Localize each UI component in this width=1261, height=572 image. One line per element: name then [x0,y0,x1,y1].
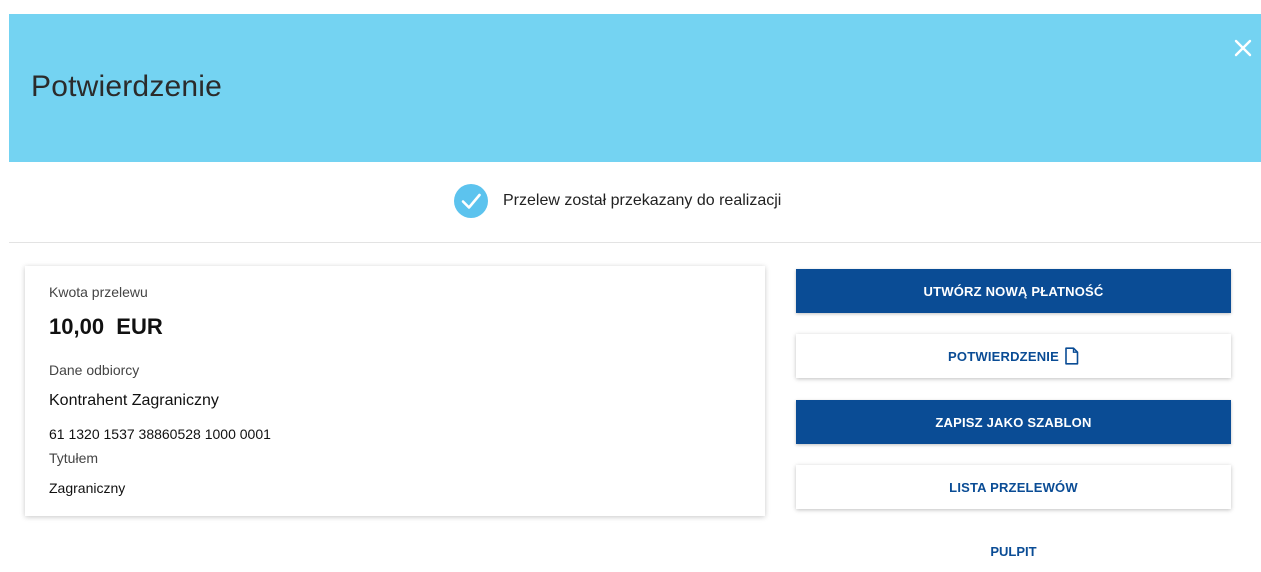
transfer-list-button[interactable]: LISTA PRZELEWÓW [796,465,1231,509]
close-button[interactable] [1231,36,1255,60]
modal-header: Potwierdzenie [9,14,1261,162]
recipient-name: Kontrahent Zagraniczny [49,392,219,409]
status-row: Przelew został przekazany do realizacji [9,162,1261,243]
save-template-button[interactable]: ZAPISZ JAKO SZABLON [796,400,1231,444]
recipient-account: 61 1320 1537 38860528 1000 0001 [49,426,271,442]
status-text: Przelew został przekazany do realizacji [503,192,782,209]
save-template-label: ZAPISZ JAKO SZABLON [935,414,1092,430]
amount-label: Kwota przelewu [49,284,148,300]
title-value: Zagraniczny [49,480,126,496]
title-label: Tytułem [49,450,99,466]
close-icon [1234,39,1252,57]
dashboard-link[interactable]: PULPIT [796,544,1231,559]
confirmation-label: POTWIERDZENIE [948,348,1059,364]
recipient-label: Dane odbiorcy [49,362,140,378]
new-payment-button[interactable]: UTWÓRZ NOWĄ PŁATNOŚĆ [796,269,1231,313]
transfer-list-label: LISTA PRZELEWÓW [949,479,1078,495]
new-payment-label: UTWÓRZ NOWĄ PŁATNOŚĆ [923,283,1104,299]
transfer-details-card: Kwota przelewu 10,00 EUR Dane odbiorcy K… [25,266,765,516]
confirmation-button[interactable]: POTWIERDZENIE [796,334,1231,378]
amount-value: 10,00 EUR [49,314,163,339]
check-circle-icon [454,184,488,218]
confirmation-modal: Potwierdzenie Przelew został przekazany … [0,0,1261,572]
document-icon [1065,347,1079,365]
modal-title: Potwierdzenie [31,70,223,103]
status-message: Przelew został przekazany do realizacji [453,182,781,220]
